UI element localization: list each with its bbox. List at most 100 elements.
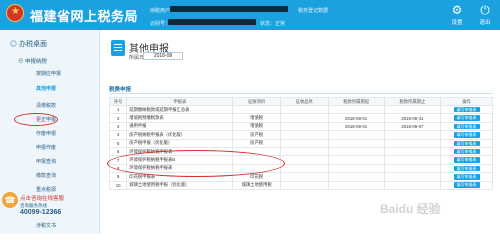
home-icon: ◎ xyxy=(10,41,19,48)
table-cell-form: 城镇土地使用税申报（优化版） xyxy=(126,180,234,190)
table-cell-action: 填写申报表 xyxy=(440,130,493,140)
table-cell-end: 2018-09-07 xyxy=(383,121,442,132)
table-cell-form: 通用申报 xyxy=(126,121,234,132)
sidebar-home[interactable]: ◎ 办税桌面 xyxy=(10,39,47,49)
table-cell-subitem xyxy=(279,163,329,174)
sidebar-item-void[interactable]: 作废申报 xyxy=(0,129,100,139)
col-header-start: 税款所属期起 xyxy=(327,97,385,106)
highlight-circle-rows xyxy=(107,150,285,177)
exit-label: 退出 xyxy=(479,20,491,26)
table-cell-no: 1 xyxy=(108,104,128,115)
settings-button[interactable]: ⚙ 设置 xyxy=(444,3,470,27)
table-cell-start xyxy=(327,163,385,174)
table-cell-end: 2018-08-31 xyxy=(383,113,442,123)
fill-form-button[interactable]: 填写申报表 xyxy=(453,174,480,180)
table-cell-action: 填写申报表 xyxy=(440,172,493,182)
table-header-row: 序号 申报表 征收项目 征收品目 税款所属期起 税款所属期止 操作 xyxy=(108,97,493,106)
sidebar-group-label: 申报纳税 xyxy=(25,59,48,65)
fill-form-button[interactable]: 填写申报表 xyxy=(453,140,480,146)
table-cell-end xyxy=(383,138,442,148)
col-header-end: 税款所属期止 xyxy=(383,97,442,106)
table-cell-start xyxy=(327,172,385,182)
table-cell-start: 2018-09-01 xyxy=(327,121,385,132)
table-row: 2 增值税预缴税款表 增值税 2018-08-01 2018-08-31 填写申报表 xyxy=(108,113,493,123)
table-cell-no: 2 xyxy=(108,113,128,123)
table-row: 3 通用申报 增值税 2018-09-01 2018-09-07 填写申报表 xyxy=(108,121,493,132)
table-cell-action: 填写申报表 xyxy=(440,180,493,190)
table-cell-subitem xyxy=(279,155,329,165)
table-row: 1 延期缴纳税款或延期申报汇总表 填写申报表 xyxy=(108,104,493,115)
table-cell-no: 5 xyxy=(108,138,128,148)
table-cell-end xyxy=(383,163,442,174)
hotline-number: 40099-12366 xyxy=(20,209,62,216)
table-row: 5 房产税申报（优化版） 房产税 填写申报表 xyxy=(108,138,493,148)
sidebar-item-clear-tax[interactable]: 清缴税款 xyxy=(0,101,100,111)
col-header-no: 序号 xyxy=(108,97,128,106)
table-cell-end xyxy=(383,172,442,182)
tax-emblem-icon xyxy=(6,4,24,22)
online-service-link[interactable]: 点击咨询在线客服 xyxy=(20,194,64,202)
fill-form-button[interactable]: 填写申报表 xyxy=(453,165,480,172)
minus-icon: ⊖ xyxy=(18,59,26,65)
table-cell-action: 填写申报表 xyxy=(440,146,493,157)
power-icon: ⏻ xyxy=(480,3,490,17)
table-row: 4 房产税纳税申报表（优化版） 房产税 填写申报表 xyxy=(108,130,493,140)
table-cell-end xyxy=(383,130,442,140)
period-input[interactable]: 2018-08 xyxy=(143,52,183,60)
table-cell-action: 填写申报表 xyxy=(440,121,493,132)
app-title: 福建省网上税务局 xyxy=(30,9,139,24)
sidebar-item-scheduled[interactable]: 按期应申报 xyxy=(0,69,100,79)
sidebar-item-other-declaration[interactable]: 其他申报 xyxy=(0,84,100,94)
settings-label: 设置 xyxy=(451,20,463,26)
sidebar-item-query[interactable]: 申报查询 xyxy=(0,157,100,167)
table-cell-subitem xyxy=(279,113,329,123)
fill-form-button[interactable]: 填写申报表 xyxy=(453,182,480,188)
table-cell-item: 增值税 xyxy=(232,113,281,123)
table-cell-no: 3 xyxy=(108,121,128,132)
table-cell-start xyxy=(327,130,385,140)
col-header-form: 申报表 xyxy=(126,97,234,106)
highlight-circle-sidebar xyxy=(14,113,58,126)
table-cell-end xyxy=(383,180,442,190)
fill-form-button[interactable]: 填写申报表 xyxy=(453,123,480,130)
table-cell-action: 填写申报表 xyxy=(440,138,493,148)
col-header-action: 操作 xyxy=(440,97,493,106)
table-cell-subitem xyxy=(279,138,329,148)
table-row: 10 城镇土地使用税申报（优化版） 城镇土地使用税 填写申报表 xyxy=(108,180,493,190)
table-cell-form: 房产税申报（优化版） xyxy=(126,138,234,148)
table-cell-end xyxy=(383,146,442,157)
table-cell-start xyxy=(327,104,385,115)
fill-form-button[interactable]: 填写申报表 xyxy=(453,106,480,113)
table-cell-action: 填写申报表 xyxy=(440,163,493,174)
table-cell-subitem xyxy=(279,130,329,140)
table-cell-action: 填写申报表 xyxy=(440,113,493,123)
registration-label: 税务登记数据 xyxy=(298,8,329,14)
sidebar-item-payment-query[interactable]: 缴款查询 xyxy=(0,171,100,181)
col-header-subitem: 征收品目 xyxy=(279,97,329,106)
table-cell-form: 延期缴纳税款或延期申报汇总表 xyxy=(126,104,234,115)
table-cell-item: 房产税 xyxy=(232,138,281,148)
table-cell-no: 9 xyxy=(108,172,128,182)
table-cell-start xyxy=(327,138,385,148)
table-cell-subitem xyxy=(279,104,329,115)
gear-icon: ⚙ xyxy=(451,3,463,17)
fill-form-button[interactable]: 填写申报表 xyxy=(453,157,480,163)
fill-form-button[interactable]: 填写申报表 xyxy=(453,115,480,121)
sidebar-group-declaration[interactable]: ⊖ 申报纳税 xyxy=(18,57,47,65)
table-cell-item: 增值税 xyxy=(232,121,281,132)
sidebar-item-declaration-void[interactable]: 申报作废 xyxy=(0,143,100,153)
table-cell-no: 10 xyxy=(108,180,128,190)
tax-id-redacted xyxy=(168,19,256,25)
fill-form-button[interactable]: 填写申报表 xyxy=(453,148,480,155)
sidebar-item-documents[interactable]: 涉税文书 xyxy=(36,222,56,229)
user-name-redacted xyxy=(170,6,288,12)
table-cell-form: 房产税纳税申报表（优化版） xyxy=(126,130,234,140)
table-cell-item: 城镇土地使用税 xyxy=(232,180,281,190)
watermark: Baidu 经验 xyxy=(380,202,441,216)
fill-form-button[interactable]: 填写申报表 xyxy=(453,132,480,138)
exit-button[interactable]: ⏻ 退出 xyxy=(472,3,498,27)
col-header-item: 征收项目 xyxy=(232,97,281,106)
section-divider xyxy=(109,93,493,94)
table-cell-end xyxy=(383,104,442,115)
table-cell-no: 4 xyxy=(108,130,128,140)
